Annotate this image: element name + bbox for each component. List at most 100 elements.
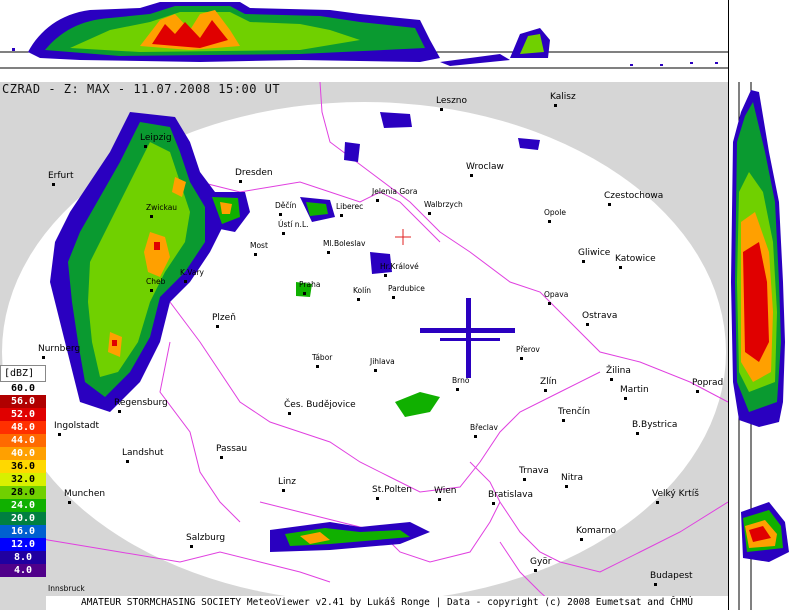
city-label-cheb: Cheb [146,277,166,286]
legend-row: 40.0 [0,447,46,460]
city-label-k-vary: K.Vary [180,268,204,277]
radar-map[interactable]: Leszno Kalisz Leipzig Erfurt Dresden Wro… [0,82,728,610]
city-label-trencin: Trenčín [558,407,591,417]
city-marker-dot [608,203,611,206]
city-label-regensburg: Regensburg [114,398,168,408]
city-label-ostrava: Ostrava [582,311,618,321]
city-marker-dot [68,501,71,504]
city-marker-dot [184,280,187,283]
city-label-most: Most [250,241,268,250]
corner-panel [728,0,810,83]
city-marker-dot [327,251,330,254]
city-marker-dot [470,174,473,177]
city-marker-dot [586,323,589,326]
city-marker-dot [340,214,343,217]
city-marker-dot [523,478,526,481]
city-label-gliwice: Gliwice [578,248,611,258]
city-marker-dot [654,583,657,586]
legend-row: 56.0 [0,395,46,408]
top-echo-band [28,2,550,66]
city-label-erfurt: Erfurt [48,171,74,181]
city-label-budapest: Budapest [650,571,693,581]
city-label-plzen: Plzeň [212,313,236,323]
city-marker-dot [52,183,55,186]
legend-row: 48.0 [0,421,46,434]
city-marker-dot [239,180,242,183]
city-label-zilina: Žilina [606,366,631,376]
city-marker-dot [282,489,285,492]
legend-row: 52.0 [0,408,46,421]
top-cross-section-svg [0,2,728,69]
city-marker-dot [279,213,282,216]
city-label-walbrzych: Walbrzych [424,200,463,209]
city-marker-dot [254,253,257,256]
city-label-leszno: Leszno [436,96,468,106]
city-label-ml-boleslav: Ml.Boleslav [323,239,366,248]
city-label-kalisz: Kalisz [550,92,576,102]
city-marker-dot [520,357,523,360]
legend-row: 36.0 [0,460,46,473]
city-label-usti: Ústí n.L. [278,220,309,229]
city-label-praha: Praha [299,280,321,289]
city-label-dresden: Dresden [235,168,273,178]
city-marker-dot [534,569,537,572]
city-label-jelenia-gora: Jelenia Gora [372,187,418,196]
radar-map-svg [0,82,728,610]
legend-row: 12.0 [0,538,46,551]
city-marker-dot [42,356,45,359]
city-label-gyor: Györ [530,557,552,567]
city-label-velky-krtis: Velký Krtíš [652,489,699,499]
city-marker-dot [376,199,379,202]
city-marker-dot [438,498,441,501]
city-marker-dot [118,410,121,413]
city-label-wien: Wien [434,486,457,496]
city-label-bratislava: Bratislava [488,490,533,500]
legend-row: 44.0 [0,434,46,447]
legend-row: 32.0 [0,473,46,486]
legend-row: 4.0 [0,564,46,577]
city-marker-dot [428,212,431,215]
city-marker-dot [554,104,557,107]
city-marker-dot [548,220,551,223]
city-label-pardubice: Pardubice [388,284,425,293]
city-marker-dot [357,298,360,301]
city-marker-dot [303,292,306,295]
city-marker-dot [392,296,395,299]
city-label-poprad: Poprad [692,378,724,388]
city-label-prerov: Přerov [516,345,540,354]
city-marker-dot [150,289,153,292]
city-marker-dot [316,365,319,368]
radar-title: CZRAD - Z: MAX - 11.07.2008 15:00 UT [2,82,281,96]
city-marker-dot [492,502,495,505]
city-label-trnava: Trnava [519,466,549,476]
city-label-ces-budejovice: Čes. Budějovice [284,400,356,410]
city-marker-dot [696,390,699,393]
city-marker-dot [288,412,291,415]
legend-row: 16.0 [0,525,46,538]
dbz-legend: [dBZ] 60.0 56.0 52.0 48.0 44.0 40.0 36.0… [0,365,46,577]
city-label-innsbruck: Innsbruck [48,584,85,593]
city-label-tabor: Tábor [312,353,333,362]
top-cross-section-view [0,0,728,83]
city-marker-dot [58,433,61,436]
city-label-kolin: Kolín [353,286,372,295]
city-marker-dot [565,485,568,488]
city-label-nitra: Nitra [561,473,583,483]
city-marker-dot [548,302,551,305]
city-marker-dot [610,378,613,381]
city-marker-dot [656,501,659,504]
city-marker-dot [619,266,622,269]
city-label-czestochowa: Czestochowa [604,191,664,201]
city-marker-dot [440,108,443,111]
legend-header: [dBZ] [0,365,46,382]
city-label-passau: Passau [216,444,248,454]
city-label-brno: Brno [452,376,470,385]
legend-row: 28.0 [0,486,46,499]
city-label-zlin: Zlín [540,377,557,387]
city-marker-dot [562,419,565,422]
city-label-ingolstadt: Ingolstadt [54,421,100,431]
city-marker-dot [544,389,547,392]
city-label-zwickau: Zwickau [146,203,178,212]
city-label-landshut: Landshut [122,448,164,458]
side-echo-band [731,90,789,562]
